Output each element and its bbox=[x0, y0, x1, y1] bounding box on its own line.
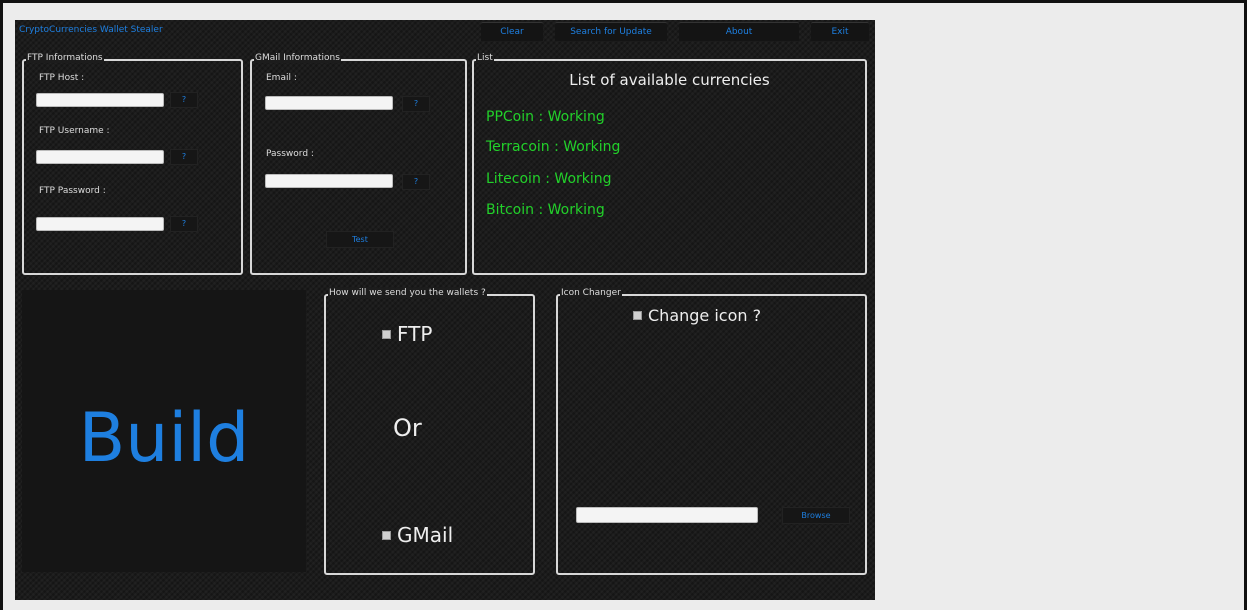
icon-path-input[interactable] bbox=[576, 507, 758, 523]
send-method-group: How will we send you the wallets ? FTP O… bbox=[324, 288, 535, 575]
ftp-method-checkbox[interactable]: FTP bbox=[382, 322, 432, 346]
ftp-host-label: FTP Host : bbox=[39, 73, 85, 83]
gmail-email-input[interactable] bbox=[265, 96, 393, 110]
list-item: Bitcoin : Working bbox=[486, 202, 605, 218]
gmail-method-checkbox[interactable]: GMail bbox=[382, 523, 453, 547]
build-label: Build bbox=[78, 398, 250, 478]
gmail-email-label: Email : bbox=[266, 73, 297, 83]
icon-changer-group: Icon Changer Change icon ? Browse bbox=[556, 288, 867, 575]
about-button[interactable]: About bbox=[679, 22, 799, 41]
currency-list-group-label: List bbox=[476, 53, 494, 63]
ftp-username-help-button[interactable]: ? bbox=[170, 149, 198, 165]
checkbox-box[interactable] bbox=[382, 530, 391, 540]
exit-button[interactable]: Exit bbox=[811, 22, 869, 41]
change-icon-checkbox[interactable]: Change icon ? bbox=[633, 306, 761, 325]
search-for-update-button[interactable]: Search for Update bbox=[555, 22, 667, 41]
ftp-info-group: FTP Informations FTP Host : ? FTP Userna… bbox=[22, 53, 243, 275]
gmail-info-group: GMail Informations Email : ? Password : … bbox=[250, 53, 467, 275]
currency-list-title: List of available currencies bbox=[569, 71, 770, 89]
checkbox-box[interactable] bbox=[633, 311, 642, 320]
ftp-username-label: FTP Username : bbox=[39, 126, 110, 136]
ftp-password-input[interactable] bbox=[36, 217, 164, 231]
gmail-info-group-label: GMail Informations bbox=[254, 53, 341, 63]
gmail-password-input[interactable] bbox=[265, 174, 393, 188]
gmail-method-label: GMail bbox=[397, 523, 454, 547]
send-method-group-label: How will we send you the wallets ? bbox=[328, 288, 487, 298]
checkbox-box[interactable] bbox=[382, 329, 391, 339]
ftp-host-input[interactable] bbox=[36, 93, 164, 107]
app-window: CryptoCurrencies Wallet Stealer Clear Se… bbox=[15, 20, 875, 600]
app-title: CryptoCurrencies Wallet Stealer bbox=[19, 25, 163, 35]
browse-button[interactable]: Browse bbox=[782, 507, 850, 524]
gmail-test-button[interactable]: Test bbox=[326, 231, 394, 248]
list-item: PPCoin : Working bbox=[486, 109, 605, 125]
gmail-password-label: Password : bbox=[266, 149, 314, 159]
or-separator-text: Or bbox=[393, 414, 422, 442]
ftp-username-input[interactable] bbox=[36, 150, 164, 164]
list-item: Terracoin : Working bbox=[486, 139, 621, 155]
ftp-method-label: FTP bbox=[397, 322, 433, 346]
list-item: Litecoin : Working bbox=[486, 171, 612, 187]
ftp-host-help-button[interactable]: ? bbox=[170, 92, 198, 108]
clear-button[interactable]: Clear bbox=[481, 22, 543, 41]
change-icon-label: Change icon ? bbox=[648, 306, 762, 325]
ftp-info-group-label: FTP Informations bbox=[26, 53, 104, 63]
title-bar: CryptoCurrencies Wallet Stealer Clear Se… bbox=[15, 20, 875, 41]
gmail-password-help-button[interactable]: ? bbox=[402, 174, 430, 190]
gmail-email-help-button[interactable]: ? bbox=[402, 96, 430, 112]
ftp-password-help-button[interactable]: ? bbox=[170, 216, 198, 232]
build-button[interactable]: Build bbox=[22, 290, 306, 572]
currency-list-group: List List of available currencies PPCoin… bbox=[472, 53, 867, 275]
icon-changer-group-label: Icon Changer bbox=[560, 288, 622, 298]
ftp-password-label: FTP Password : bbox=[39, 186, 106, 196]
